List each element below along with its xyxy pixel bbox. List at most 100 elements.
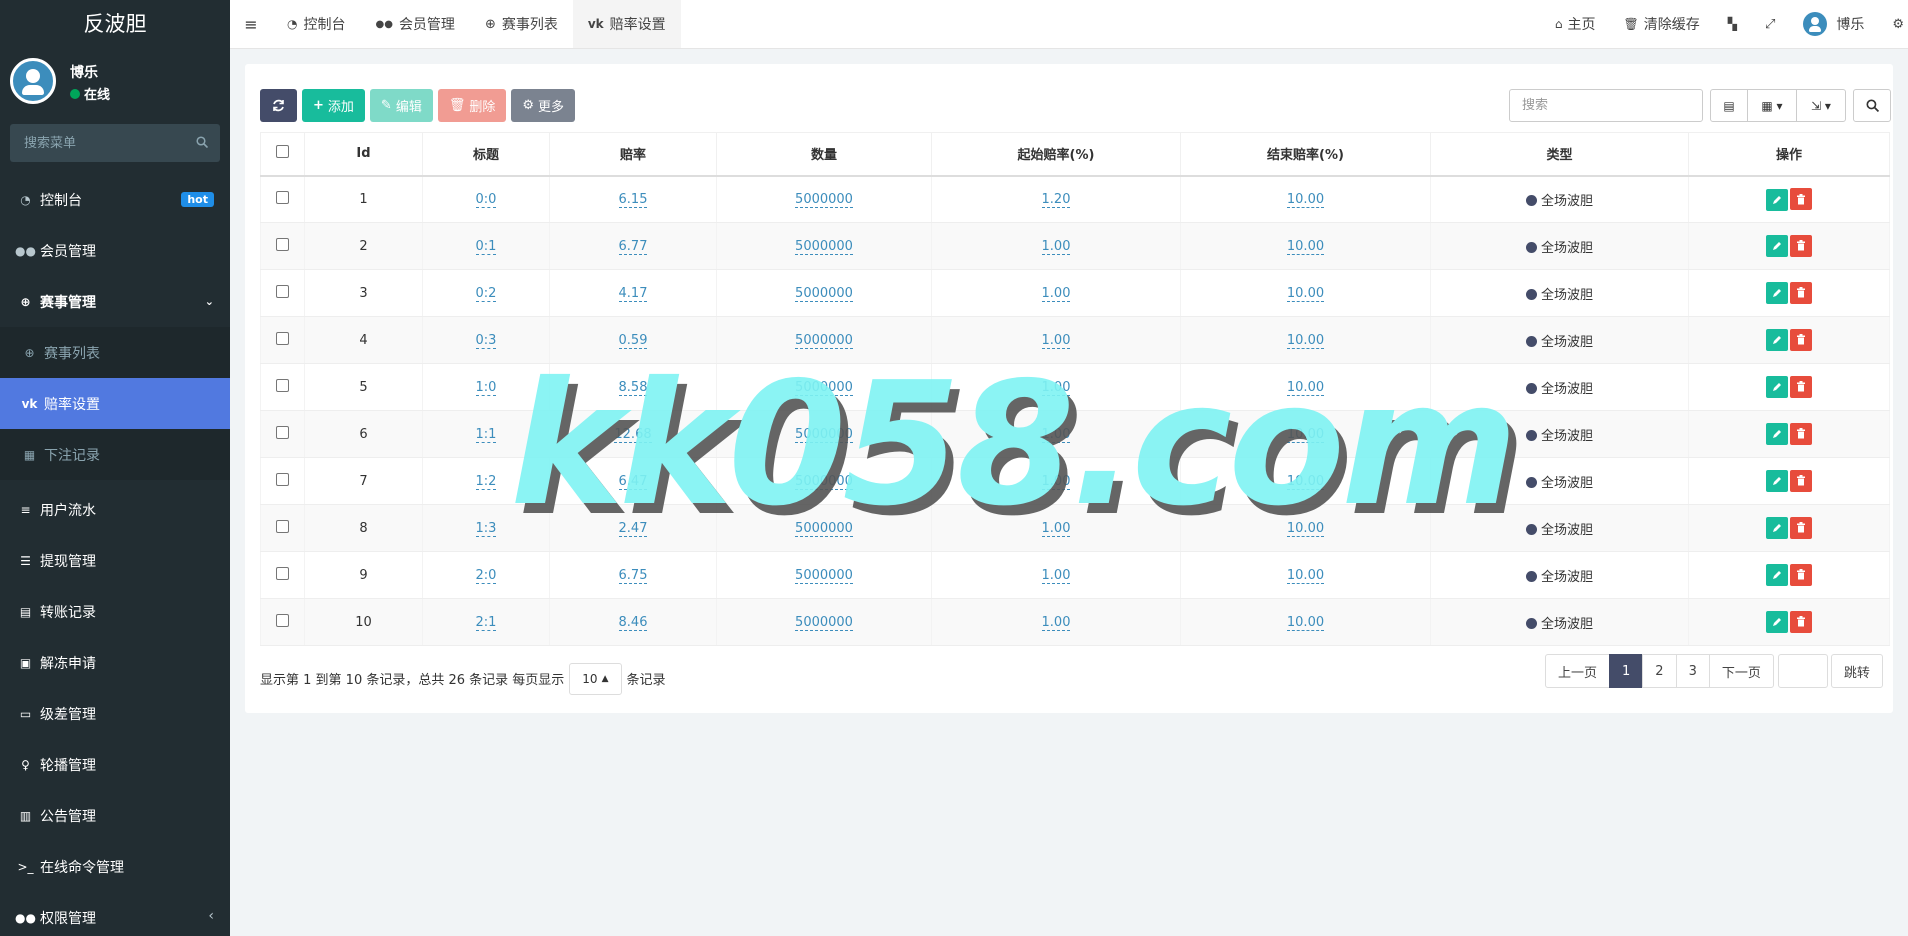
odds-editable[interactable]: 6.75 (618, 567, 648, 584)
row-edit-button[interactable] (1766, 235, 1788, 258)
end-odds-editable[interactable]: 10.00 (1286, 426, 1325, 443)
table-row[interactable]: 7 1:2 6.47 5000000 1.00 10.00 全场波胆 (260, 457, 1890, 505)
end-odds-editable[interactable]: 10.00 (1286, 473, 1325, 490)
title-editable[interactable]: 0:3 (475, 332, 497, 349)
title-editable[interactable]: 1:2 (475, 473, 497, 490)
row-delete-button[interactable] (1790, 188, 1812, 210)
table-row[interactable]: 6 1:1 12.68 5000000 1.00 10.00 全场波胆 (260, 410, 1890, 458)
quantity-editable[interactable]: 5000000 (795, 379, 853, 396)
jump-page-input[interactable] (1777, 654, 1828, 688)
row-edit-button[interactable] (1766, 423, 1788, 446)
row-edit-button[interactable] (1766, 517, 1788, 540)
translate-icon[interactable]: ▚ (1714, 0, 1751, 48)
quantity-editable[interactable]: 5000000 (795, 285, 853, 302)
sidebar-item-user-flow[interactable]: ≡ 用户流水 (0, 484, 230, 535)
odds-editable[interactable]: 2.47 (618, 520, 648, 537)
row-edit-button[interactable] (1766, 564, 1788, 587)
title-editable[interactable]: 0:0 (475, 191, 497, 208)
sidebar-item-event-list[interactable]: ⊕ 赛事列表 (0, 327, 230, 378)
table-row[interactable]: 4 0:3 0.59 5000000 1.00 10.00 全场波胆 (260, 316, 1890, 364)
refresh-button[interactable] (260, 89, 297, 122)
row-checkbox[interactable] (276, 425, 289, 439)
quantity-editable[interactable]: 5000000 (795, 332, 853, 349)
quantity-editable[interactable]: 5000000 (795, 614, 853, 631)
quantity-editable[interactable]: 5000000 (795, 520, 853, 537)
end-odds-editable[interactable]: 10.00 (1286, 379, 1325, 396)
start-odds-editable[interactable]: 1.20 (1041, 191, 1071, 208)
odds-editable[interactable]: 8.58 (618, 379, 648, 396)
columns-dropdown-icon[interactable]: ▦ ▾ (1747, 89, 1797, 122)
row-checkbox[interactable] (276, 284, 289, 298)
row-checkbox[interactable] (276, 331, 289, 345)
row-checkbox[interactable] (276, 472, 289, 486)
row-delete-button[interactable] (1790, 328, 1812, 351)
end-odds-editable[interactable]: 10.00 (1286, 191, 1325, 208)
header-type[interactable]: 类型 (1430, 132, 1689, 177)
row-delete-button[interactable] (1790, 281, 1812, 304)
row-edit-button[interactable] (1766, 470, 1788, 493)
title-editable[interactable]: 2:0 (475, 567, 497, 584)
tab-dashboard[interactable]: ◔ 控制台 (272, 0, 360, 48)
app-logo[interactable]: 反波胆 (0, 0, 230, 48)
sidebar-item-odds-settings[interactable]: vk 赔率设置 (0, 378, 230, 429)
row-edit-button[interactable] (1766, 611, 1788, 634)
row-checkbox[interactable] (276, 190, 289, 204)
odds-editable[interactable]: 6.47 (618, 473, 648, 490)
start-odds-editable[interactable]: 1.00 (1041, 238, 1071, 255)
header-end-odds[interactable]: 结束赔率(%) (1180, 132, 1431, 177)
end-odds-editable[interactable]: 10.00 (1286, 285, 1325, 302)
page-size-select[interactable]: 10 ▲ (569, 662, 622, 695)
title-editable[interactable]: 0:1 (475, 238, 497, 255)
odds-editable[interactable]: 0.59 (618, 332, 648, 349)
row-edit-button[interactable] (1766, 376, 1788, 399)
tab-odds-settings[interactable]: vk 赔率设置 (572, 0, 681, 48)
home-link[interactable]: ⌂ 主页 (1541, 0, 1610, 48)
sidebar-item-members[interactable]: ●● 会员管理 (0, 225, 230, 276)
fullscreen-icon[interactable]: ⤢ (1751, 0, 1789, 48)
row-delete-button[interactable] (1790, 563, 1812, 586)
sidebar-item-permissions[interactable]: ●● 权限管理 (0, 892, 230, 936)
search-icon[interactable] (1853, 89, 1891, 122)
page-1-button[interactable]: 1 (1609, 654, 1644, 688)
menu-search-input[interactable] (10, 124, 220, 162)
table-row[interactable]: 3 0:2 4.17 5000000 1.00 10.00 全场波胆 (260, 269, 1890, 317)
header-title[interactable]: 标题 (422, 132, 550, 177)
title-editable[interactable]: 0:2 (475, 285, 497, 302)
odds-editable[interactable]: 8.46 (618, 614, 648, 631)
gears-icon[interactable]: ⚙ (1878, 0, 1908, 48)
start-odds-editable[interactable]: 1.00 (1041, 426, 1071, 443)
prev-page-button[interactable]: 上一页 (1545, 654, 1611, 688)
header-start-odds[interactable]: 起始赔率(%) (931, 132, 1181, 177)
select-all-checkbox[interactable] (276, 145, 289, 159)
header-odds[interactable]: 赔率 (549, 132, 717, 177)
header-quantity[interactable]: 数量 (716, 132, 932, 177)
quantity-editable[interactable]: 5000000 (795, 238, 853, 255)
row-delete-button[interactable] (1790, 610, 1812, 633)
row-checkbox[interactable] (276, 566, 289, 580)
sidebar-item-bet-records[interactable]: ▦ 下注记录 (0, 429, 230, 480)
sidebar-item-withdraw[interactable]: ☰ 提现管理 (0, 535, 230, 586)
start-odds-editable[interactable]: 1.00 (1041, 473, 1071, 490)
odds-editable[interactable]: 12.68 (614, 426, 652, 443)
start-odds-editable[interactable]: 1.00 (1041, 614, 1071, 631)
row-edit-button[interactable] (1766, 282, 1788, 305)
table-row[interactable]: 10 2:1 8.46 5000000 1.00 10.00 全场波胆 (260, 598, 1890, 646)
sidebar-item-online-command[interactable]: >_ 在线命令管理 (0, 841, 230, 892)
quantity-editable[interactable]: 5000000 (795, 191, 853, 208)
sidebar-item-events[interactable]: ⊕ 赛事管理 ⌄ (0, 276, 230, 327)
quantity-editable[interactable]: 5000000 (795, 473, 853, 490)
tab-members[interactable]: ●● 会员管理 (360, 0, 469, 48)
page-2-button[interactable]: 2 (1642, 654, 1677, 688)
edit-button[interactable]: ✎ 编辑 (369, 89, 433, 122)
row-checkbox[interactable] (276, 613, 289, 627)
toggle-view-icon[interactable]: ▤ (1710, 89, 1748, 122)
start-odds-editable[interactable]: 1.00 (1041, 285, 1071, 302)
sidebar-item-carousel[interactable]: ♀ 轮播管理 (0, 739, 230, 790)
title-editable[interactable]: 1:0 (475, 379, 497, 396)
table-row[interactable]: 9 2:0 6.75 5000000 1.00 10.00 全场波胆 (260, 551, 1890, 599)
user-menu[interactable]: 博乐 (1789, 0, 1878, 48)
end-odds-editable[interactable]: 10.00 (1286, 567, 1325, 584)
end-odds-editable[interactable]: 10.00 (1286, 520, 1325, 537)
jump-button[interactable]: 跳转 (1830, 654, 1883, 688)
table-row[interactable]: 8 1:3 2.47 5000000 1.00 10.00 全场波胆 (260, 504, 1890, 552)
